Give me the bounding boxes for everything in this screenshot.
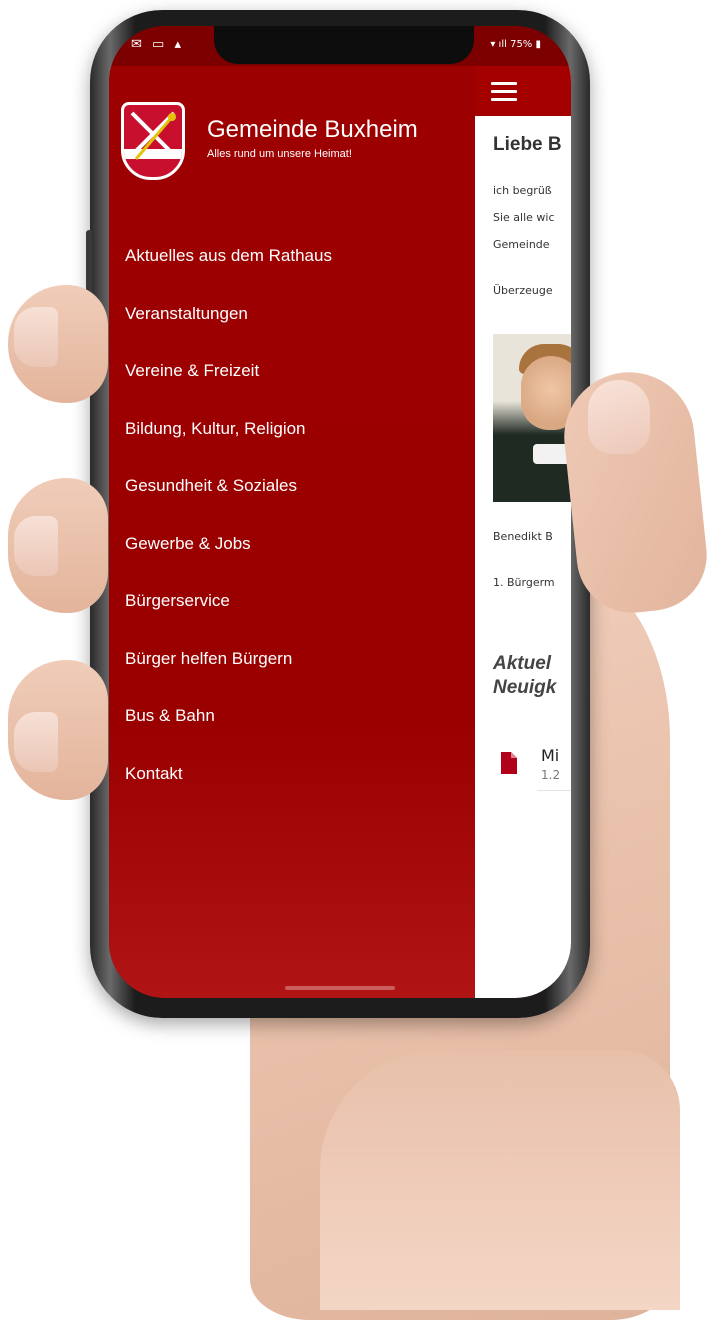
news-heading: Aktuel Neuigk (493, 653, 557, 698)
menu-item-gesundheit[interactable]: Gesundheit & Soziales (125, 474, 332, 532)
hand-finger (8, 478, 108, 613)
page-content: Liebe B ich begrüß Sie alle wic Gemeinde… (475, 66, 571, 998)
hand-finger (8, 285, 108, 403)
crest-emblem (124, 111, 182, 160)
battery-indicator: ▾ ıll 75% ▮ (490, 39, 541, 50)
document-size: 1.2 (541, 768, 561, 782)
camera-notch (214, 26, 474, 64)
app-subtitle: Alles rund um unsere Heimat! (207, 148, 352, 160)
welcome-text-line: ich begrüß (493, 184, 552, 197)
menu-item-kontakt[interactable]: Kontakt (125, 762, 332, 820)
hamburger-menu-icon[interactable] (491, 82, 517, 106)
top-app-bar (475, 66, 571, 116)
welcome-text-line: Sie alle wic (493, 211, 555, 224)
photo-caption-role: 1. Bürgerm (493, 576, 555, 589)
welcome-heading: Liebe B (493, 134, 562, 155)
notification-icons: ✉ ▭ ▴ (131, 37, 184, 52)
document-title[interactable]: Mi (541, 746, 559, 765)
photo-caption-name: Benedikt B (493, 530, 553, 543)
home-indicator (285, 986, 395, 990)
menu-item-buergerservice[interactable]: Bürgerservice (125, 589, 332, 647)
hand-wrist (320, 1050, 680, 1310)
thumb-nail (588, 380, 650, 454)
welcome-text-line: Gemeinde (493, 238, 550, 251)
main-menu: Aktuelles aus dem Rathaus Veranstaltunge… (125, 244, 332, 819)
status-bar: ✉ ▭ ▴ ▾ ıll 75% ▮ (109, 26, 571, 66)
list-divider (537, 790, 571, 791)
app-title: Gemeinde Buxheim (207, 116, 418, 143)
menu-item-veranstaltungen[interactable]: Veranstaltungen (125, 302, 332, 360)
menu-item-buerger-helfen[interactable]: Bürger helfen Bürgern (125, 647, 332, 705)
hand-finger (8, 660, 108, 800)
pdf-document-icon[interactable] (501, 752, 517, 774)
mayor-photo (493, 334, 571, 502)
menu-item-gewerbe[interactable]: Gewerbe & Jobs (125, 532, 332, 590)
menu-item-bildung[interactable]: Bildung, Kultur, Religion (125, 417, 332, 475)
municipal-crest-icon (121, 102, 185, 180)
menu-item-bus-bahn[interactable]: Bus & Bahn (125, 704, 332, 762)
menu-item-vereine[interactable]: Vereine & Freizeit (125, 359, 332, 417)
phone-screen: ✉ ▭ ▴ ▾ ıll 75% ▮ Gemeinde Buxheim Alles… (109, 26, 571, 998)
welcome-text-line: Überzeuge (493, 284, 553, 297)
menu-item-aktuelles[interactable]: Aktuelles aus dem Rathaus (125, 244, 332, 302)
navigation-drawer: Gemeinde Buxheim Alles rund um unsere He… (109, 66, 475, 998)
